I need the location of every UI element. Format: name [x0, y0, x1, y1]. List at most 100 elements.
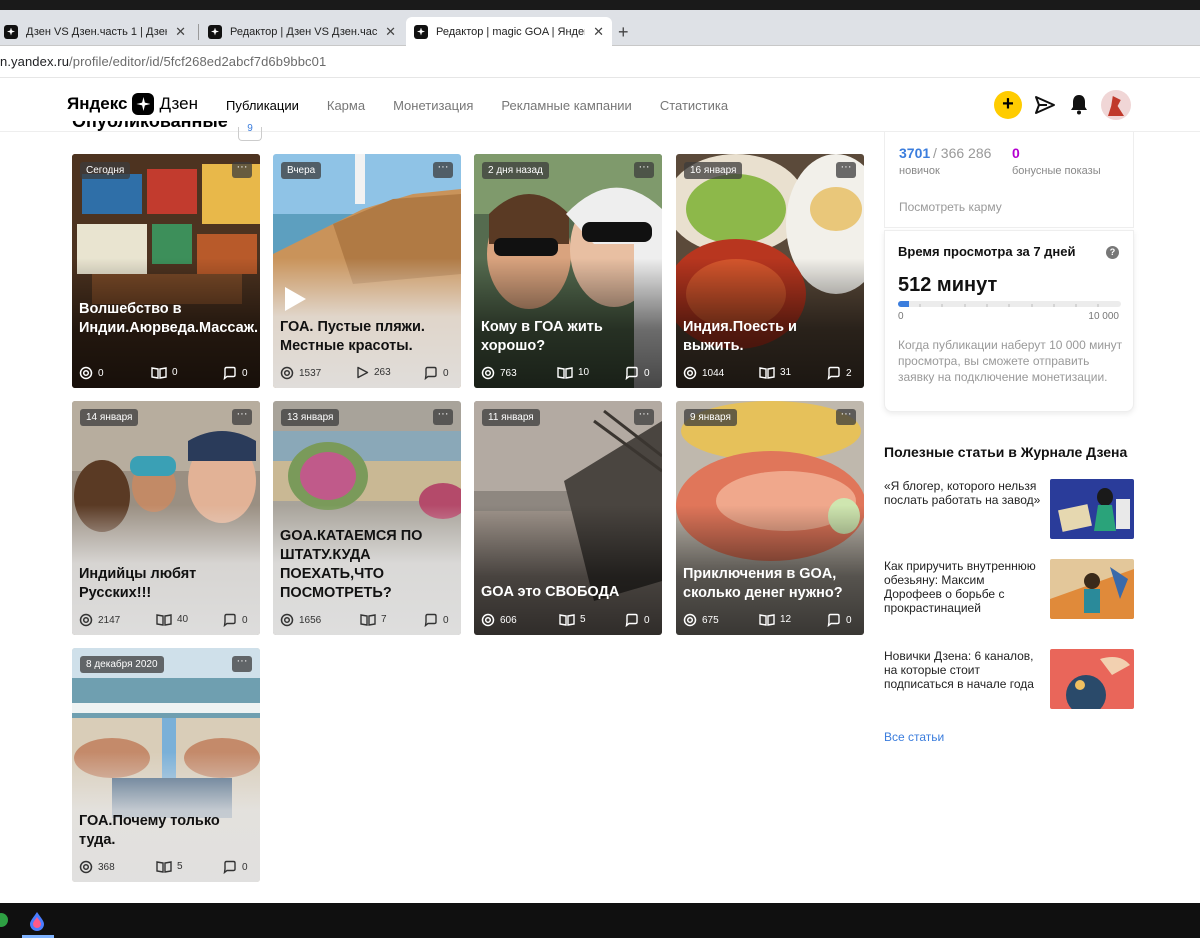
- view-karma-link[interactable]: Посмотреть карму: [899, 200, 1002, 214]
- browser-tab-3-active[interactable]: Редактор | magic GOA | Яндекс ✕: [406, 17, 612, 46]
- dzen-favicon-icon: [208, 24, 222, 39]
- publication-card[interactable]: 8 декабря 2020 ··· ГОА.Почему только туд…: [72, 648, 260, 882]
- card-title[interactable]: Волшебство в Индии.Аюрведа.Массаж.: [79, 300, 258, 338]
- comments-stat: 0: [424, 613, 449, 627]
- bonus-views-value: 0: [1012, 145, 1020, 161]
- more-options-icon[interactable]: ···: [232, 656, 252, 672]
- article-thumbnail[interactable]: [1050, 649, 1134, 709]
- section-title-text: Опубликованные: [72, 121, 228, 131]
- article-thumbnail[interactable]: [1050, 559, 1134, 619]
- publication-card[interactable]: 9 января ··· Приключения в GOA, сколько …: [676, 401, 864, 635]
- article-thumbnail[interactable]: [1050, 479, 1134, 539]
- watch-time-description: Когда публикации наберут 10 000 минут пр…: [898, 338, 1123, 384]
- karma-value: 3701: [899, 145, 931, 161]
- card-stats: 0 0 0: [79, 366, 252, 380]
- video-play-icon[interactable]: [283, 286, 307, 312]
- journal-article[interactable]: «Я блогер, которого нельзя послать работ…: [884, 479, 1134, 539]
- publication-card[interactable]: 14 января ··· Индийцы любят Русских!!! 2…: [72, 401, 260, 635]
- comments-stat: 2: [827, 366, 852, 380]
- tab-title: Редактор | Дзен VS Дзен.часть 1: [230, 25, 378, 38]
- close-icon[interactable]: ✕: [385, 24, 396, 40]
- browser-tab-2[interactable]: Редактор | Дзен VS Дзен.часть 1 ✕: [200, 17, 404, 46]
- article-text[interactable]: «Я блогер, которого нельзя послать работ…: [884, 479, 1044, 507]
- nav-publications[interactable]: Публикации: [226, 98, 299, 113]
- card-title[interactable]: Индийцы любят Русских!!!: [79, 565, 254, 603]
- book-icon: [557, 367, 573, 379]
- card-title[interactable]: Индия.Поесть и выжить.: [683, 318, 858, 356]
- comments-stat: 0: [223, 366, 248, 380]
- taskbar-app-icon[interactable]: [0, 913, 8, 927]
- comment-icon: [223, 366, 236, 380]
- views-icon: [79, 860, 93, 874]
- nav-karma[interactable]: Карма: [327, 98, 365, 113]
- create-plus-button[interactable]: +: [994, 91, 1022, 119]
- views-icon: [481, 366, 495, 380]
- more-options-icon[interactable]: ···: [634, 162, 654, 178]
- comment-icon: [625, 366, 638, 380]
- more-options-icon[interactable]: ···: [433, 409, 453, 425]
- card-title[interactable]: Приключения в GOA, сколько денег нужно?: [683, 565, 858, 603]
- address-bar[interactable]: n.yandex.ru/profile/editor/id/5fcf268ed2…: [0, 46, 1200, 78]
- comment-icon: [223, 860, 236, 874]
- nav-monetization[interactable]: Монетизация: [393, 98, 473, 113]
- more-options-icon[interactable]: ···: [634, 409, 654, 425]
- comments-count: 0: [242, 614, 248, 626]
- new-tab-plus-icon[interactable]: +: [618, 22, 629, 43]
- bell-icon[interactable]: [1069, 93, 1089, 115]
- comments-stat: 0: [223, 613, 248, 627]
- publication-card[interactable]: 11 января ··· GOA это СВОБОДА 606 5 0: [474, 401, 662, 635]
- views-icon: [79, 613, 93, 627]
- more-options-icon[interactable]: ···: [232, 409, 252, 425]
- card-date-badge: Сегодня: [80, 162, 131, 179]
- progress-min-label: 0: [898, 311, 904, 322]
- user-avatar[interactable]: [1101, 90, 1131, 120]
- publication-card[interactable]: Вчера ··· ГОА. Пустые пляжи. Местные кра…: [273, 154, 461, 388]
- close-icon[interactable]: ✕: [593, 24, 604, 40]
- card-title[interactable]: ГОА. Пустые пляжи. Местные красоты.: [280, 318, 455, 356]
- comment-icon: [625, 613, 638, 627]
- close-icon[interactable]: ✕: [175, 24, 186, 40]
- tab-title: Дзен VS Дзен.часть 1 | Дзен VS: [26, 25, 167, 38]
- more-options-icon[interactable]: ···: [836, 409, 856, 425]
- publication-card[interactable]: Сегодня ··· Волшебство в Индии.Аюрведа.М…: [72, 154, 260, 388]
- main-nav: Публикации Карма Монетизация Рекламные к…: [226, 98, 756, 113]
- url-text[interactable]: n.yandex.ru/profile/editor/id/5fcf268ed2…: [0, 54, 326, 69]
- views-stat: 0: [79, 366, 104, 380]
- dzen-favicon-icon: [414, 24, 428, 39]
- comment-icon: [424, 366, 437, 380]
- views-icon: [280, 366, 294, 380]
- card-stats: 763 10 0: [481, 366, 654, 380]
- help-icon[interactable]: ?: [1106, 246, 1119, 259]
- article-image: [1050, 649, 1134, 709]
- comments-count: 2: [846, 367, 852, 379]
- more-options-icon[interactable]: ···: [433, 162, 453, 178]
- send-icon[interactable]: [1034, 94, 1056, 116]
- journal-article[interactable]: Как приручить внутреннюю обезьяну: Макси…: [884, 559, 1134, 619]
- journal-article[interactable]: Новички Дзена: 6 каналов, на которые сто…: [884, 649, 1134, 709]
- browser-tab-1[interactable]: Дзен VS Дзен.часть 1 | Дзен VS ✕: [0, 17, 194, 46]
- taskbar-drop-icon[interactable]: [28, 911, 46, 931]
- play-outline-icon: [357, 366, 369, 379]
- plays-count: 263: [374, 367, 391, 378]
- dzen-logo[interactable]: Яндекс Дзен: [67, 93, 198, 115]
- nav-ad-campaigns[interactable]: Рекламные кампании: [501, 98, 631, 113]
- nav-statistics[interactable]: Статистика: [660, 98, 728, 113]
- views-icon: [280, 613, 294, 627]
- publication-card[interactable]: 2 дня назад ··· Кому в ГОА жить хорошо? …: [474, 154, 662, 388]
- card-title[interactable]: GOA.КАТАЕМСЯ ПО ШТАТУ.КУДА ПОЕХАТЬ,ЧТО П…: [280, 527, 455, 603]
- all-articles-link[interactable]: Все статьи: [884, 730, 944, 744]
- article-text[interactable]: Как приручить внутреннюю обезьяну: Макси…: [884, 559, 1044, 615]
- os-taskbar: [0, 903, 1200, 938]
- card-title[interactable]: Кому в ГОА жить хорошо?: [481, 318, 656, 356]
- article-text[interactable]: Новички Дзена: 6 каналов, на которые сто…: [884, 649, 1044, 691]
- more-options-icon[interactable]: ···: [836, 162, 856, 178]
- card-title[interactable]: GOA это СВОБОДА: [481, 583, 656, 602]
- publication-card[interactable]: 13 января ··· GOA.КАТАЕМСЯ ПО ШТАТУ.КУДА…: [273, 401, 461, 635]
- more-options-icon[interactable]: ···: [232, 162, 252, 178]
- card-title[interactable]: ГОА.Почему только туда.: [79, 812, 254, 850]
- reads-count: 31: [780, 367, 792, 378]
- progress-max-label: 10 000: [1088, 311, 1119, 322]
- comments-stat: 0: [827, 613, 852, 627]
- publication-card[interactable]: 16 января ··· Индия.Поесть и выжить. 104…: [676, 154, 864, 388]
- section-count-badge: 9: [238, 124, 262, 141]
